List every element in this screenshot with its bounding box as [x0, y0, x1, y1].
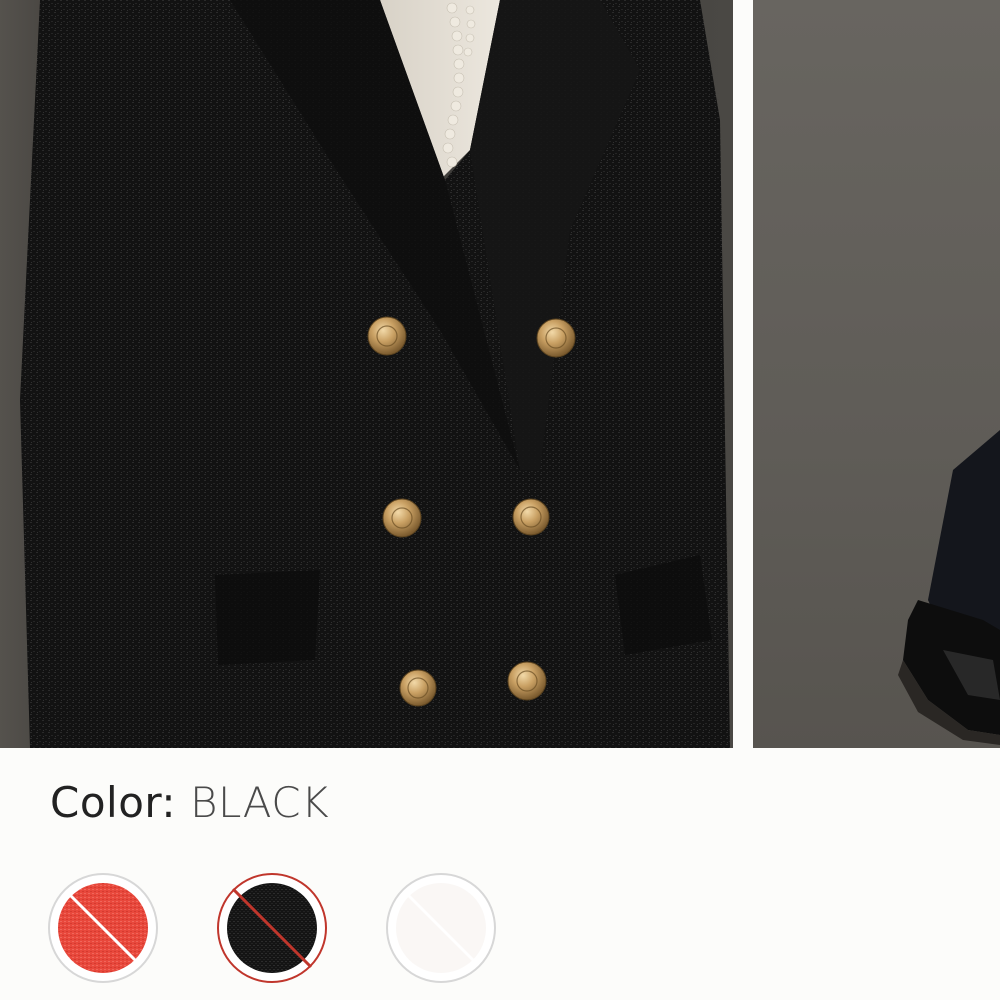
- product-image-next[interactable]: [753, 0, 1000, 748]
- product-page: Color: BLACK: [0, 0, 1000, 1000]
- color-swatch-white[interactable]: [386, 873, 496, 983]
- blazer-photo: [20, 0, 730, 748]
- color-swatch-red[interactable]: [48, 873, 158, 983]
- color-label: Color: BLACK: [50, 778, 329, 828]
- boots-photo: [898, 430, 1000, 745]
- black-swatch-graphic: [217, 873, 327, 983]
- red-swatch-graphic: [48, 873, 158, 983]
- selected-color-value: BLACK: [189, 778, 330, 827]
- color-label-key: Color:: [50, 778, 177, 827]
- white-swatch-graphic: [386, 873, 496, 983]
- color-swatch-black[interactable]: [217, 873, 327, 983]
- product-image-main[interactable]: [0, 0, 733, 748]
- product-image-carousel[interactable]: [0, 0, 1000, 748]
